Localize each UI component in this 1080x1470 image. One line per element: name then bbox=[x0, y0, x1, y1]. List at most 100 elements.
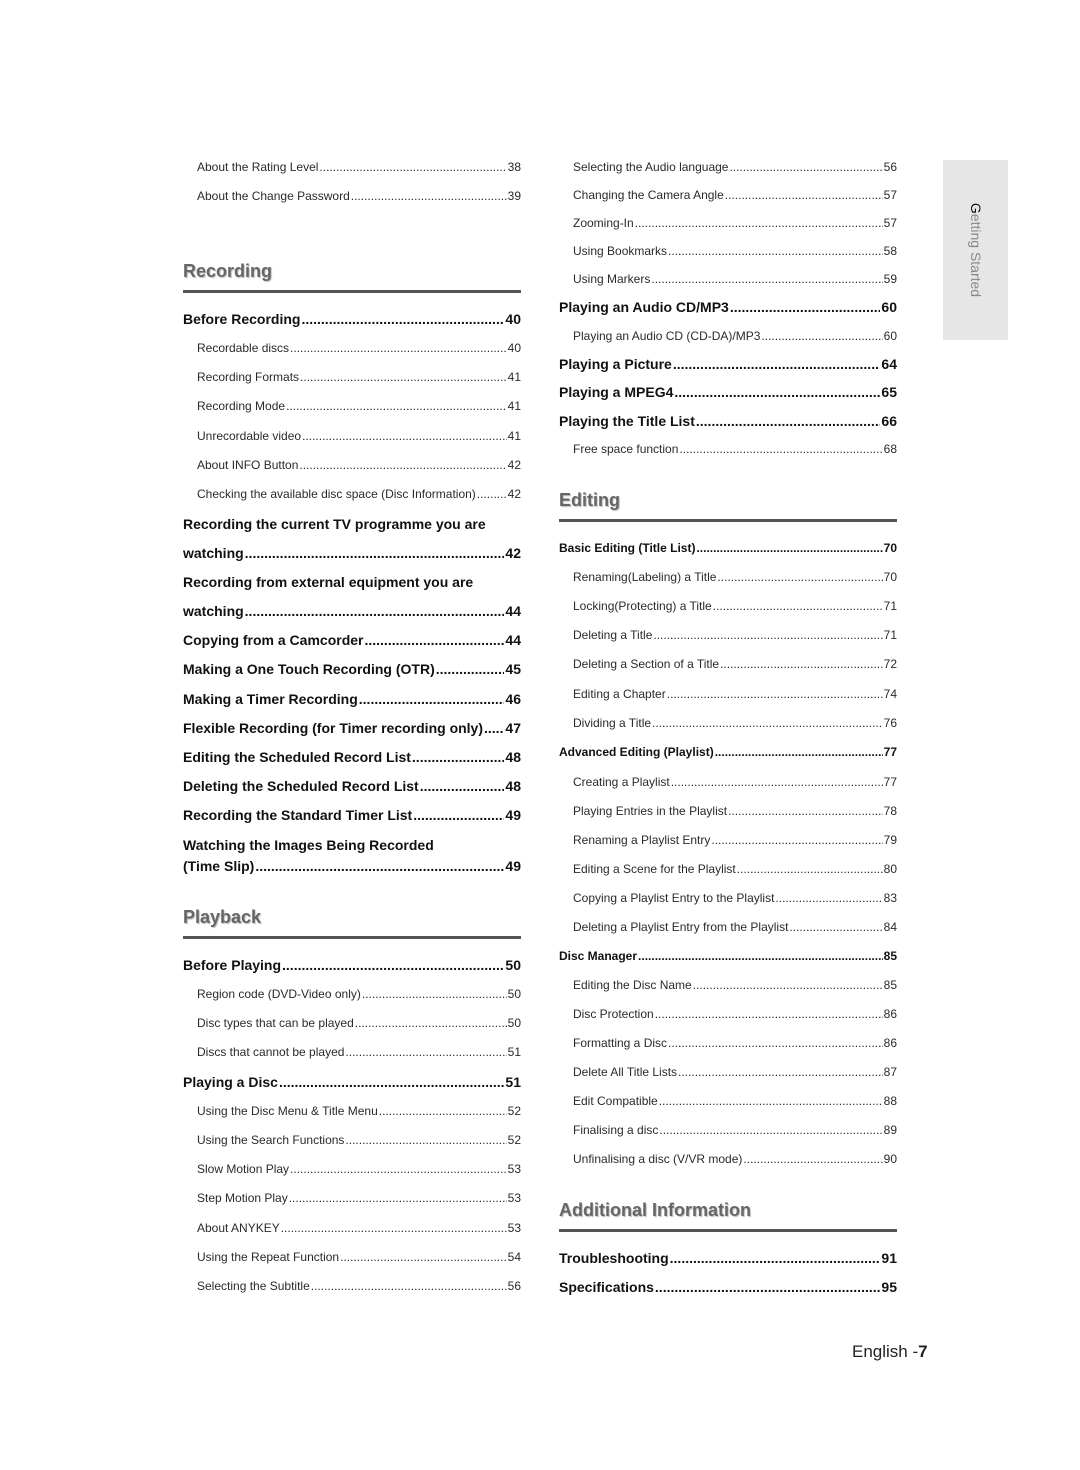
toc-entry[interactable]: Basic Editing (Title List) 70 bbox=[559, 542, 897, 554]
toc-entry[interactable]: Changing the Camera Angle 57 bbox=[559, 189, 897, 201]
dot-leader bbox=[729, 161, 882, 173]
toc-entry[interactable]: Finalising a disc 89 bbox=[559, 1124, 897, 1136]
toc-entry-label: Slow Motion Play bbox=[197, 1162, 290, 1176]
toc-entry-page: 77 bbox=[883, 775, 897, 789]
toc-entry[interactable]: Delete All Title Lists 87 bbox=[559, 1066, 897, 1078]
toc-entry[interactable]: Using the Search Functions 52 bbox=[183, 1134, 521, 1146]
toc-entry[interactable]: Flexible Recording (for Timer recording … bbox=[183, 721, 521, 735]
toc-entry-page: 41 bbox=[507, 399, 521, 413]
toc-entry[interactable]: Playing a Picture 64 bbox=[559, 357, 897, 371]
toc-entry[interactable]: Troubleshooting 91 bbox=[559, 1251, 897, 1265]
toc-entry-label-line1[interactable]: Recording the current TV programme you a… bbox=[183, 517, 486, 531]
toc-entry[interactable]: Before Recording 40 bbox=[183, 312, 521, 326]
toc-entry[interactable]: About ANYKEY 53 bbox=[183, 1222, 521, 1234]
toc-entry[interactable]: Renaming(Labeling) a Title 70 bbox=[559, 571, 897, 583]
dot-leader bbox=[696, 542, 882, 554]
toc-entry[interactable]: Editing a Scene for the Playlist 80 bbox=[559, 863, 897, 875]
toc-entry[interactable]: About the Change Password 39 bbox=[183, 190, 521, 202]
dot-leader bbox=[638, 950, 883, 962]
toc-entry-page: 52 bbox=[507, 1133, 521, 1147]
toc-entry[interactable]: Unfinalising a disc (V/VR mode) 90 bbox=[559, 1153, 897, 1165]
toc-entry[interactable]: Disc Protection 86 bbox=[559, 1008, 897, 1020]
toc-entry-label: Deleting a Section of a Title bbox=[573, 657, 720, 671]
toc-entry-label: About the Rating Level bbox=[197, 160, 319, 174]
toc-entry[interactable]: Free space function 68 bbox=[559, 443, 897, 455]
toc-entry-label: Formatting a Disc bbox=[573, 1036, 668, 1050]
toc-entry-label: Copying from a Camcorder bbox=[183, 632, 364, 648]
toc-entry-label: Selecting the Subtitle bbox=[197, 1279, 310, 1293]
toc-entry-label: Region code (DVD-Video only) bbox=[197, 987, 361, 1001]
toc-entry[interactable]: Making a Timer Recording 46 bbox=[183, 692, 521, 706]
toc-entry-label-line1[interactable]: Watching the Images Being Recorded bbox=[183, 838, 434, 852]
toc-entry[interactable]: Recordable discs 40 bbox=[183, 342, 521, 354]
toc-entry[interactable]: About INFO Button 42 bbox=[183, 459, 521, 471]
toc-entry[interactable]: Playing a Disc 51 bbox=[183, 1075, 521, 1089]
toc-entry[interactable]: Selecting the Audio language 56 bbox=[559, 161, 897, 173]
toc-entry[interactable]: Deleting a Playlist Entry from the Playl… bbox=[559, 921, 897, 933]
toc-entry[interactable]: Step Motion Play 53 bbox=[183, 1192, 521, 1204]
toc-entry[interactable]: Playing an Audio CD (CD-DA)/MP3 60 bbox=[559, 330, 897, 342]
toc-entry[interactable]: Formatting a Disc 86 bbox=[559, 1037, 897, 1049]
toc-entry[interactable]: Making a One Touch Recording (OTR) 45 bbox=[183, 662, 521, 676]
toc-entry-label: Disc types that can be played bbox=[197, 1016, 354, 1030]
toc-entry[interactable]: Recording the Standard Timer List 49 bbox=[183, 808, 521, 822]
toc-entry[interactable]: Region code (DVD-Video only) 50 bbox=[183, 988, 521, 1000]
toc-entry[interactable]: Editing the Scheduled Record List 48 bbox=[183, 750, 521, 764]
toc-entry[interactable]: Using the Repeat Function 54 bbox=[183, 1251, 521, 1263]
toc-entry[interactable]: Locking(Protecting) a Title 71 bbox=[559, 600, 897, 612]
toc-entry[interactable]: Using the Disc Menu & Title Menu 52 bbox=[183, 1105, 521, 1117]
toc-entry[interactable]: Slow Motion Play 53 bbox=[183, 1163, 521, 1175]
toc-entry-page: 86 bbox=[883, 1036, 897, 1050]
toc-entry-label: Playing the Title List bbox=[559, 413, 695, 429]
toc-entry[interactable]: Deleting a Section of a Title 72 bbox=[559, 658, 897, 670]
toc-entry[interactable]: (Time Slip) 49 bbox=[183, 859, 521, 873]
toc-entry-page: 86 bbox=[883, 1007, 897, 1021]
toc-entry[interactable]: Editing the Disc Name 85 bbox=[559, 979, 897, 991]
toc-entry[interactable]: Renaming a Playlist Entry 79 bbox=[559, 834, 897, 846]
toc-entry[interactable]: Creating a Playlist 77 bbox=[559, 776, 897, 788]
toc-entry[interactable]: Using Markers 59 bbox=[559, 273, 897, 285]
toc-entry-label: Disc Protection bbox=[573, 1007, 654, 1021]
toc-entry[interactable]: Selecting the Subtitle 56 bbox=[183, 1280, 521, 1292]
toc-entry-label: Step Motion Play bbox=[197, 1191, 288, 1205]
toc-entry-page: 44 bbox=[505, 632, 521, 648]
toc-entry[interactable]: Playing the Title List 66 bbox=[559, 414, 897, 428]
toc-entry-label: Recording Mode bbox=[197, 399, 286, 413]
toc-entry[interactable]: Using Bookmarks 58 bbox=[559, 245, 897, 257]
toc-entry-page: 49 bbox=[505, 858, 521, 874]
toc-entry[interactable]: Advanced Editing (Playlist) 77 bbox=[559, 746, 897, 758]
toc-entry-page: 89 bbox=[883, 1123, 897, 1137]
toc-entry[interactable]: watching 42 bbox=[183, 546, 521, 560]
toc-entry[interactable]: watching 44 bbox=[183, 604, 521, 618]
toc-entry-page: 45 bbox=[505, 661, 521, 677]
toc-entry[interactable]: Disc Manager 85 bbox=[559, 950, 897, 962]
toc-entry[interactable]: Deleting the Scheduled Record List 48 bbox=[183, 779, 521, 793]
toc-entry[interactable]: Recording Formats 41 bbox=[183, 371, 521, 383]
toc-entry[interactable]: Dividing a Title 76 bbox=[559, 717, 897, 729]
toc-entry-page: 71 bbox=[883, 599, 897, 613]
toc-entry-page: 70 bbox=[883, 570, 897, 584]
toc-entry-label: Renaming(Labeling) a Title bbox=[573, 570, 717, 584]
toc-entry[interactable]: Discs that cannot be played 51 bbox=[183, 1046, 521, 1058]
toc-entry[interactable]: Copying from a Camcorder 44 bbox=[183, 633, 521, 647]
toc-entry[interactable]: Deleting a Title 71 bbox=[559, 629, 897, 641]
toc-entry[interactable]: Specifications 95 bbox=[559, 1280, 897, 1294]
toc-entry-label-line1[interactable]: Recording from external equipment you ar… bbox=[183, 575, 473, 589]
toc-entry[interactable]: Playing an Audio CD/MP3 60 bbox=[559, 300, 897, 314]
toc-entry-page: 70 bbox=[883, 541, 897, 555]
toc-entry[interactable]: Playing a MPEG4 65 bbox=[559, 385, 897, 399]
toc-entry[interactable]: About the Rating Level 38 bbox=[183, 161, 521, 173]
toc-entry[interactable]: Playing Entries in the Playlist 78 bbox=[559, 805, 897, 817]
getting-started-tab[interactable]: Getting Started bbox=[943, 160, 1008, 340]
toc-entry-page: 85 bbox=[883, 949, 897, 963]
toc-entry[interactable]: Edit Compatible 88 bbox=[559, 1095, 897, 1107]
toc-entry[interactable]: Checking the available disc space (Disc … bbox=[183, 488, 521, 500]
toc-entry[interactable]: Disc types that can be played 50 bbox=[183, 1017, 521, 1029]
toc-entry-label: Renaming a Playlist Entry bbox=[573, 833, 711, 847]
toc-entry[interactable]: Unrecordable video 41 bbox=[183, 430, 521, 442]
toc-entry[interactable]: Zooming-In 57 bbox=[559, 217, 897, 229]
toc-entry[interactable]: Editing a Chapter 74 bbox=[559, 688, 897, 700]
toc-entry[interactable]: Before Playing 50 bbox=[183, 958, 521, 972]
toc-entry[interactable]: Recording Mode 41 bbox=[183, 400, 521, 412]
toc-entry[interactable]: Copying a Playlist Entry to the Playlist… bbox=[559, 892, 897, 904]
